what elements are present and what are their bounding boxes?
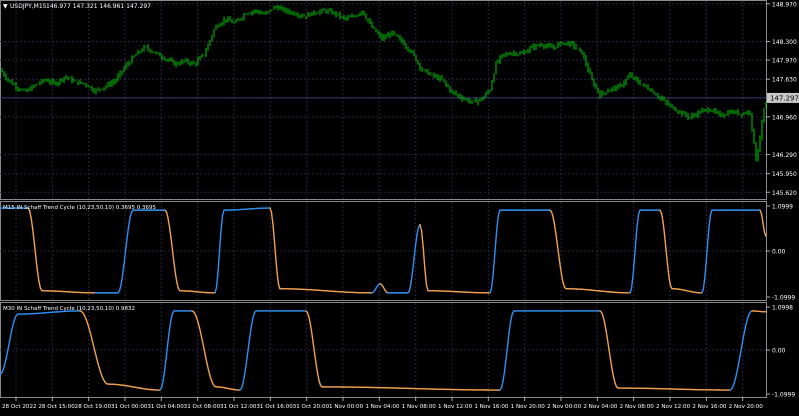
time-label: 28 Oct 19:00 [75, 404, 112, 410]
time-label: 2 Nov 12:00 [656, 404, 691, 410]
time-label: 31 Oct 08:00 [184, 404, 221, 410]
time-label: 1 Nov 12:00 [438, 404, 473, 410]
time-label: 31 Oct 16:00 [256, 404, 293, 410]
time-label: 2 Nov 16:00 [692, 404, 727, 410]
price-tick-label: 145.950 [772, 171, 797, 178]
price-tick-label: 147.970 [772, 58, 797, 65]
chart-svg[interactable]: 148.970 148.300 147.970 147.630 146.960 146.2… [0, 0, 799, 412]
time-label: 1 Nov 20:00 [511, 404, 546, 410]
time-label: 31 Oct 20:00 [293, 404, 330, 410]
indicator-tick-label: 1.0999 [772, 204, 793, 211]
indicator-tick-label: 1.0998 [772, 305, 793, 312]
chart-title: ▼ USDJPY,M15 146.977 147.321 146.961 147… [3, 3, 151, 10]
indicator-tick-label: 0.00 [772, 348, 786, 355]
time-label: 31 Oct 04:00 [147, 404, 184, 410]
price-tick-label: 145.620 [772, 190, 797, 197]
indicator1-label: M15 IN Schaff Trend Cycle (10,23,50,10) … [3, 205, 156, 211]
current-price-label: 147.297 [770, 94, 799, 102]
time-label: 2 Nov 08:00 [620, 404, 655, 410]
time-label: 28 Oct 2022 [2, 404, 37, 410]
time-label: 1 Nov 08:00 [402, 404, 437, 410]
indicator2-label: M30 IN Schaff Trend Cycle (10,23,50,10) … [3, 306, 135, 312]
indicator-tick-label: -1.0999 [772, 392, 795, 399]
price-tick-label: 148.300 [772, 39, 797, 46]
symbol-label: USDJPY,M15 [10, 3, 47, 10]
price-tick-label: 146.960 [772, 114, 797, 121]
indicator-tick-label: -1.0999 [772, 295, 795, 302]
ohlc-label: 146.977 147.321 146.961 147.297 [46, 3, 151, 10]
time-label: 28 Oct 15:00 [38, 404, 75, 410]
price-tick-label: 148.970 [772, 1, 797, 8]
price-tick-label: 147.630 [772, 77, 797, 84]
trading-terminal: 148.970 148.300 147.970 147.630 146.960 146.2… [0, 0, 799, 412]
triangle-icon: ▼ [3, 3, 8, 10]
time-label: 1 Nov 16:00 [474, 404, 509, 410]
time-label: 1 Nov 04:00 [365, 404, 400, 410]
time-label: 31 Oct 00:00 [111, 404, 148, 410]
time-label: 2 Nov 20:00 [729, 404, 764, 410]
indicator-tick-label: 0.00 [772, 249, 786, 256]
time-label: 1 Nov 00:00 [329, 404, 364, 410]
time-label: 31 Oct 12:00 [220, 404, 257, 410]
time-label: 2 Nov 00:00 [547, 404, 582, 410]
price-tick-label: 146.290 [772, 152, 797, 159]
time-label: 2 Nov 04:00 [583, 404, 618, 410]
